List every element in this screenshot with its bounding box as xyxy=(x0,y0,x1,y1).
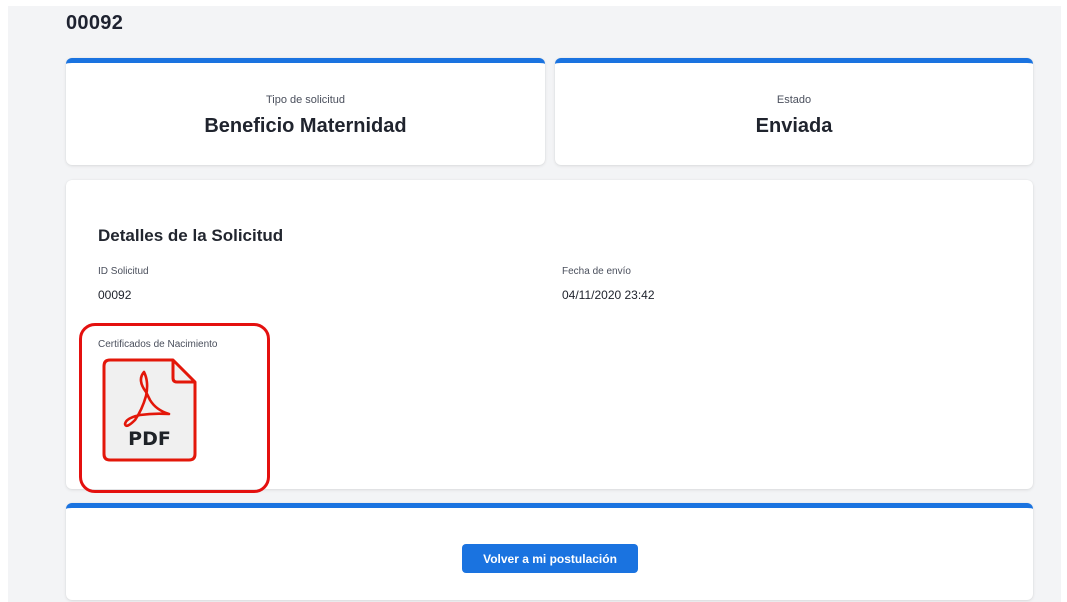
status-label: Estado xyxy=(776,94,812,106)
request-type-label: Tipo de solicitud xyxy=(265,94,346,106)
status-card: Estado Enviada xyxy=(555,58,1033,165)
submission-date-label: Fecha de envío xyxy=(562,266,631,277)
status-value: Enviada xyxy=(755,115,833,137)
request-id-label: ID Solicitud xyxy=(98,266,149,277)
request-type-card: Tipo de solicitud Beneficio Maternidad xyxy=(66,58,545,165)
details-title: Detalles de la Solicitud xyxy=(98,226,284,245)
request-type-value: Beneficio Maternidad xyxy=(204,115,407,137)
pdf-label: PDF xyxy=(128,428,171,450)
pdf-attachment[interactable]: PDF xyxy=(102,358,197,462)
page-title: 00092 xyxy=(66,12,124,34)
submission-date-value: 04/11/2020 23:42 xyxy=(562,288,655,302)
request-id-value: 00092 xyxy=(98,288,132,302)
back-to-application-button[interactable]: Volver a mi postulación xyxy=(462,544,638,573)
